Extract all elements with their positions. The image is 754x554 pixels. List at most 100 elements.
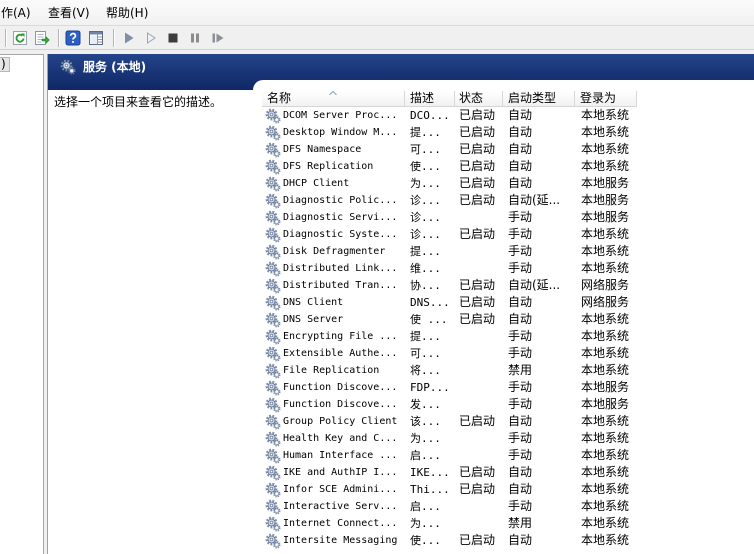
column-header-label: 名称 [267,91,292,105]
service-description: 可... [410,347,441,360]
service-description: 提... [410,245,441,258]
column-header-status[interactable]: 状态 [455,91,503,106]
service-row[interactable]: Distributed Link... 维... 手动 本地系统 [262,260,682,277]
service-gear-icon [265,142,281,158]
start-service-outline-button[interactable] [142,29,160,47]
service-name-cell: Infor SCE Admini... [262,481,405,498]
restart-service-icon [212,33,224,43]
service-row[interactable]: Disk Defragmenter 提... 手动 本地系统 [262,243,682,260]
menu-action[interactable]: 作(A) [0,5,32,21]
service-row[interactable]: Diagnostic Syste... 诊... 已启动 手动 本地系统 [262,226,682,243]
column-header-description[interactable]: 描述 [405,91,455,106]
service-log-on-as: 网络服务 [581,278,630,292]
service-name: Extensible Authe... [283,348,398,359]
service-startup-type: 手动 [508,499,533,513]
service-name-cell: DCOM Server Proc... [262,107,405,124]
service-row[interactable]: Desktop Window M... 提... 已启动 自动 本地系统 [262,124,682,141]
pause-service-button[interactable] [186,29,204,47]
service-name-cell: Distributed Tran... [262,277,405,294]
service-status [455,379,503,396]
service-name-cell: Function Discove... [262,396,405,413]
refresh-button[interactable] [11,29,29,47]
service-name-cell: DNS Server [262,311,405,328]
service-row[interactable]: IKE and AuthIP I... IKE... 已启动 自动 本地系统 [262,464,682,481]
service-row[interactable]: DNS Server 使 ... 已启动 自动 本地系统 [262,311,682,328]
service-row[interactable]: DFS Namespace 可... 已启动 自动 本地系统 [262,141,682,158]
service-description: 将... [410,364,441,377]
service-name-cell: Intersite Messaging [262,532,405,549]
service-status: 已启动 [459,125,496,139]
service-description: 协... [410,279,441,292]
service-name: Distributed Link... [283,263,398,274]
service-description: FDP... [410,381,450,394]
service-row[interactable]: Diagnostic Servi... 诊... 手动 本地服务 [262,209,682,226]
service-name-cell: Diagnostic Servi... [262,209,405,226]
column-header-startup-type[interactable]: 启动类型 [503,91,575,106]
service-row[interactable]: Diagnostic Polic... 诊... 已启动 自动(延... 本地服务 [262,192,682,209]
list-rows: DCOM Server Proc... DCO... 已启动 自动 本地系统 Deskto… [262,107,682,549]
column-header-label: 登录为 [580,91,617,105]
service-log-on-as: 本地系统 [581,261,630,275]
restart-service-button[interactable] [209,29,227,47]
service-row[interactable]: Human Interface ... 启... 手动 本地系统 [262,447,682,464]
service-gear-icon [265,380,281,396]
description-hint: 选择一个项目来查看它的描述。 [54,95,223,109]
service-row[interactable]: DCOM Server Proc... DCO... 已启动 自动 本地系统 [262,107,682,124]
service-description: 为... [410,432,441,445]
service-log-on-as: 本地系统 [581,448,630,462]
service-row[interactable]: DNS Client DNS... 已启动 自动 网络服务 [262,294,682,311]
pause-service-icon [191,33,199,43]
service-name: Internet Connect... [283,518,398,529]
service-log-on-as: 本地系统 [581,227,630,241]
service-row[interactable]: Intersite Messaging 使... 已启动 自动 本地系统 [262,532,682,549]
service-row[interactable]: Group Policy Client 该... 已启动 自动 本地系统 [262,413,682,430]
services-list: 名称 描述 状态 启动类型 登录为 DCOM Server Proc... DCO… [253,80,754,554]
service-gear-icon [265,499,281,515]
service-row[interactable]: Encrypting File ... 提... 手动 本地系统 [262,328,682,345]
stop-service-button[interactable] [164,29,182,47]
tree-item-services-local[interactable]: ) [0,57,10,72]
service-row[interactable]: Health Key and C... 为... 手动 本地系统 [262,430,682,447]
service-row[interactable]: Function Discove... FDP... 手动 本地服务 [262,379,682,396]
menu-help[interactable]: 帮助(H) [105,5,149,21]
service-startup-type: 自动 [508,465,533,479]
service-status [455,498,503,515]
service-row[interactable]: Interactive Serv... 启... 手动 本地系统 [262,498,682,515]
service-row[interactable]: Function Discove... 发... 手动 本地服务 [262,396,682,413]
service-gear-icon [265,414,281,430]
service-name: Desktop Window M... [283,127,398,138]
service-log-on-as: 本地服务 [581,397,630,411]
service-name-cell: Desktop Window M... [262,124,405,141]
help-button[interactable] [64,29,82,47]
column-header-log-on-as[interactable]: 登录为 [575,91,637,106]
service-status: 已启动 [459,295,496,309]
service-gear-icon [265,465,281,481]
service-row[interactable]: Distributed Tran... 协... 已启动 自动(延... 网络服务 [262,277,682,294]
service-log-on-as: 本地系统 [581,346,630,360]
export-list-button[interactable] [33,29,51,47]
service-row[interactable]: DFS Replication 使... 已启动 自动 本地系统 [262,158,682,175]
service-log-on-as: 本地系统 [581,108,630,122]
show-hide-pane-button[interactable] [87,29,105,47]
service-status [455,260,503,277]
column-header-name[interactable]: 名称 [262,91,405,106]
menu-view[interactable]: 查看(V) [47,5,91,21]
service-gear-icon [265,295,281,311]
service-row[interactable]: Extensible Authe... 可... 手动 本地系统 [262,345,682,362]
service-row[interactable]: DHCP Client 为... 已启动 自动 本地服务 [262,175,682,192]
service-status: 已启动 [459,108,496,122]
service-log-on-as: 本地系统 [581,329,630,343]
service-row[interactable]: Internet Connect... 为... 禁用 本地系统 [262,515,682,532]
column-header-label: 描述 [410,91,435,105]
service-gear-icon [265,329,281,345]
start-service-button[interactable] [120,29,138,47]
service-name-cell: DFS Replication [262,158,405,175]
service-name-cell: Human Interface ... [262,447,405,464]
service-gear-icon [265,159,281,175]
service-description: 为... [410,177,441,190]
service-name-cell: Interactive Serv... [262,498,405,515]
service-row[interactable]: Infor SCE Admini... Thi... 已启动 自动 本地系统 [262,481,682,498]
service-status: 已启动 [459,159,496,173]
service-row[interactable]: File Replication 将... 禁用 本地系统 [262,362,682,379]
service-status: 已启动 [459,176,496,190]
